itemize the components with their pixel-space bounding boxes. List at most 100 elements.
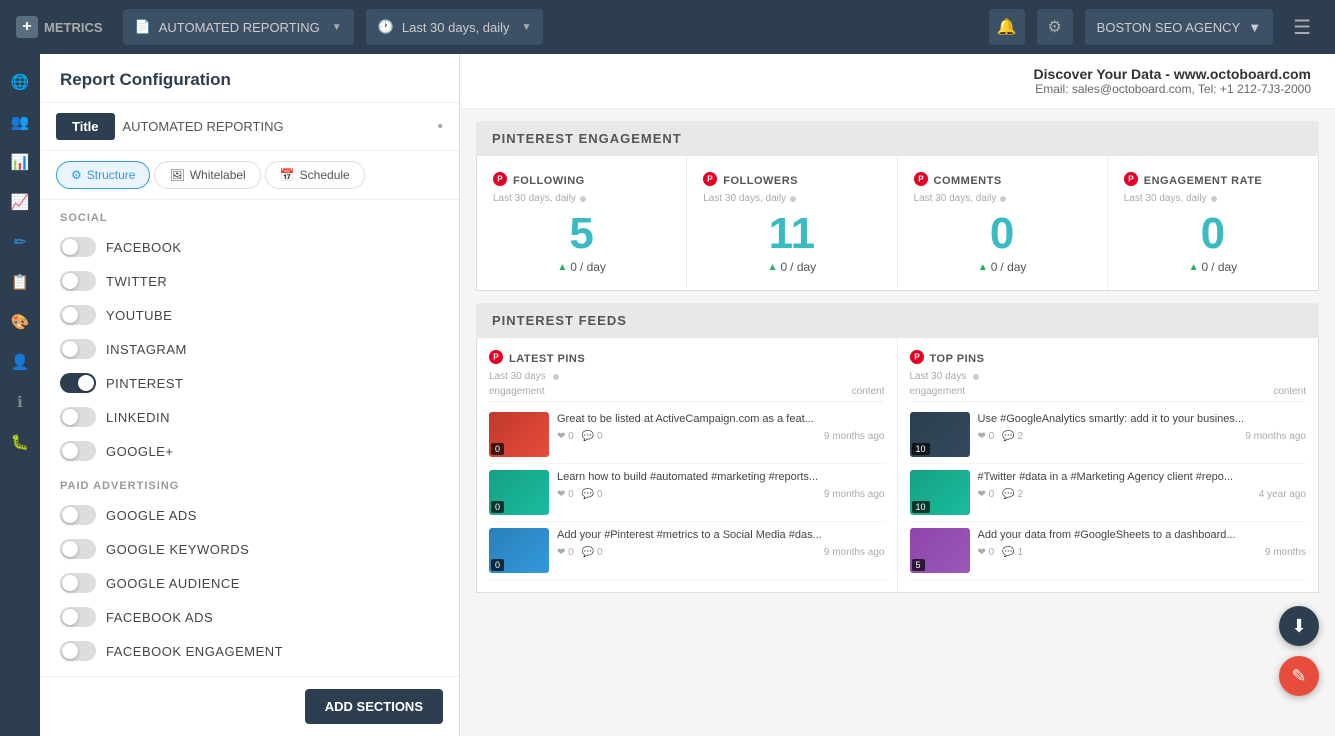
following-card: P FOLLOWING Last 30 days, daily 5 ▲ 0 / …	[477, 156, 687, 290]
feed-thumb-1: 0	[489, 470, 549, 515]
sidebar-item-paint[interactable]: 🎨	[2, 304, 38, 340]
date-range-dropdown[interactable]: 🕐 Last 30 days, daily ▼	[366, 9, 544, 45]
latest-pins-name: LATEST PINS	[509, 353, 585, 365]
facebook-toggle[interactable]	[60, 237, 96, 257]
top-stats-0: ❤ 0 💬 2	[978, 431, 1024, 442]
linkedin-toggle[interactable]	[60, 407, 96, 427]
top-date-0: 9 months ago	[1245, 431, 1306, 442]
agency-arrow: ▼	[1248, 20, 1261, 35]
facebook-ads-label: FACEBOOK ADS	[106, 610, 213, 625]
add-sections-row: ADD SECTIONS	[40, 676, 459, 736]
sidebar-item-globe[interactable]: 🌐	[2, 64, 38, 100]
logo: + METRICS	[16, 16, 103, 38]
sidebar-item-trending[interactable]: 📈	[2, 184, 38, 220]
pinterest-icon-top: P	[910, 350, 924, 367]
pinterest-icon-engagement: P	[1124, 172, 1138, 189]
following-trend: ▲ 0 / day	[493, 260, 670, 274]
google-keywords-label: GOOGLE KEYWORDS	[106, 542, 249, 557]
pinterest-toggle[interactable]	[60, 373, 96, 393]
paid-section-label: PAID ADVERTISING	[40, 468, 459, 498]
toggle-facebook-ads: FACEBOOK ADS	[40, 600, 459, 634]
engagement-rate-header: P ENGAGEMENT RATE	[1124, 172, 1302, 189]
latest-pins-period: Last 30 days	[489, 371, 885, 382]
document-icon: 📄	[135, 19, 151, 35]
engagement-rate-period: Last 30 days, daily	[1124, 193, 1302, 204]
engagement-rate-value: 0	[1124, 212, 1302, 256]
comments-value: 0	[914, 212, 1091, 256]
tab-structure[interactable]: ⚙ Structure	[56, 161, 150, 189]
feed-content-1: Learn how to build #automated #marketing…	[557, 470, 885, 500]
followers-value: 11	[703, 212, 880, 256]
tab-whitelabel[interactable]: 🖼 Whitelabel	[154, 161, 260, 189]
reporting-dropdown[interactable]: 📄 AUTOMATED REPORTING ▼	[123, 9, 354, 45]
feed-meta-2: ❤ 0 💬 0 9 months ago	[557, 547, 885, 558]
googleplus-toggle[interactable]	[60, 441, 96, 461]
sidebar-item-analytics[interactable]: 📊	[2, 144, 38, 180]
sidebar-item-info[interactable]: ℹ	[2, 384, 38, 420]
feed-text-0: Great to be listed at ActiveCampaign.com…	[557, 412, 885, 427]
google-keywords-toggle[interactable]	[60, 539, 96, 559]
sidebar-item-user[interactable]: 👤	[2, 344, 38, 380]
top-text-0: Use #GoogleAnalytics smartly: add it to …	[978, 412, 1307, 427]
pinterest-icon-latest: P	[489, 350, 503, 367]
google-audience-label: GOOGLE AUDIENCE	[106, 576, 240, 591]
facebook-engagement-label: FACEBOOK ENGAGEMENT	[106, 644, 283, 659]
toggle-youtube: YOUTUBE	[40, 298, 459, 332]
following-value: 5	[493, 212, 670, 256]
sidebar-item-edit[interactable]: ✏	[2, 224, 38, 260]
feed-stats-0: ❤ 0 💬 0	[557, 431, 603, 442]
date-range-label: Last 30 days, daily	[402, 20, 510, 35]
latest-engagement-label: engagement	[489, 386, 545, 397]
twitter-toggle[interactable]	[60, 271, 96, 291]
notifications-button[interactable]: 🔔	[989, 9, 1025, 45]
tab-schedule[interactable]: 📅 Schedule	[265, 161, 365, 189]
add-sections-button[interactable]: ADD SECTIONS	[305, 689, 443, 724]
top-content-1: #Twitter #data in a #Marketing Agency cl…	[978, 470, 1307, 500]
latest-content-label: content	[852, 386, 885, 397]
instagram-toggle[interactable]	[60, 339, 96, 359]
list-item: 0 Great to be listed at ActiveCampaign.c…	[489, 406, 885, 464]
following-trend-arrow: ▲	[557, 262, 567, 273]
list-item: 10 Use #GoogleAnalytics smartly: add it …	[910, 406, 1307, 464]
engagement-cards: P FOLLOWING Last 30 days, daily 5 ▲ 0 / …	[476, 156, 1319, 291]
settings-button[interactable]: ⚙	[1037, 9, 1073, 45]
sidebar-item-clipboard[interactable]: 📋	[2, 264, 38, 300]
pinterest-icon-comments: P	[914, 172, 928, 189]
facebook-ads-toggle[interactable]	[60, 607, 96, 627]
edit-fab[interactable]: ✎	[1279, 656, 1319, 696]
top-text-2: Add your data from #GoogleSheets to a da…	[978, 528, 1307, 543]
hamburger-menu[interactable]: ☰	[1285, 11, 1319, 44]
dropdown-arrow: ▼	[332, 22, 342, 33]
feed-date-1: 9 months ago	[824, 489, 885, 500]
download-fab[interactable]: ⬇	[1279, 606, 1319, 646]
agency-label: BOSTON SEO AGENCY	[1097, 20, 1241, 35]
thumb-badge-0: 0	[491, 443, 504, 455]
top-navbar: + METRICS 📄 AUTOMATED REPORTING ▼ 🕐 Last…	[0, 0, 1335, 54]
config-heading: Report Configuration	[40, 54, 459, 103]
feed-thumb-0: 0	[489, 412, 549, 457]
title-tab[interactable]: Title	[56, 113, 115, 140]
top-meta-1: ❤ 0 💬 2 4 year ago	[978, 489, 1307, 500]
followers-period: Last 30 days, daily	[703, 193, 880, 204]
facebook-engagement-toggle[interactable]	[60, 641, 96, 661]
twitter-label: TWITTER	[106, 274, 167, 289]
top-date-1: 4 year ago	[1259, 489, 1306, 500]
pinterest-icon-following: P	[493, 172, 507, 189]
google-audience-toggle[interactable]	[60, 573, 96, 593]
feed-meta-0: ❤ 0 💬 0 9 months ago	[557, 431, 885, 442]
top-meta-0: ❤ 0 💬 2 9 months ago	[978, 431, 1307, 442]
whitelabel-label: Whitelabel	[190, 168, 246, 182]
thumb-badge-1: 0	[491, 501, 504, 513]
list-item: 0 Add your #Pinterest #metrics to a Soci…	[489, 522, 885, 580]
top-pins-period: Last 30 days	[910, 371, 1307, 382]
youtube-toggle[interactable]	[60, 305, 96, 325]
comments-period: Last 30 days, daily	[914, 193, 1091, 204]
svg-text:P: P	[493, 352, 499, 361]
svg-text:P: P	[708, 174, 714, 183]
agency-dropdown[interactable]: BOSTON SEO AGENCY ▼	[1085, 9, 1273, 45]
google-ads-toggle[interactable]	[60, 505, 96, 525]
sidebar-item-bug[interactable]: 🐛	[2, 424, 38, 460]
svg-text:P: P	[497, 174, 503, 183]
youtube-label: YOUTUBE	[106, 308, 172, 323]
sidebar-item-users[interactable]: 👥	[2, 104, 38, 140]
